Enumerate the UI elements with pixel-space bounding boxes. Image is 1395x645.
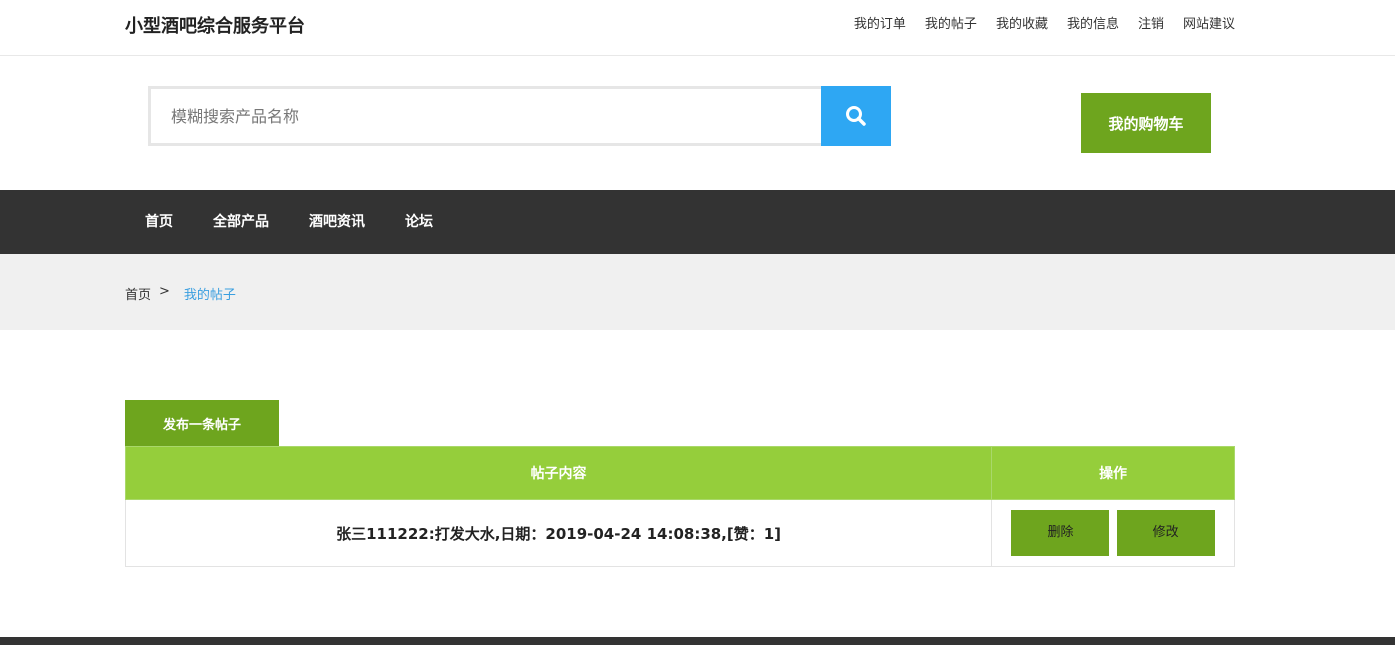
user-links: 我的订单 我的帖子 我的收藏 我的信息 注销 网站建议 — [835, 17, 1235, 33]
link-my-favorites[interactable]: 我的收藏 — [996, 17, 1048, 33]
column-header-actions: 操作 — [991, 446, 1235, 500]
posts-table: 帖子内容 操作 张三111222:打发大水,日期：2019-04-24 14:0… — [124, 446, 1235, 567]
link-logout[interactable]: 注销 — [1138, 17, 1164, 33]
link-my-posts[interactable]: 我的帖子 — [925, 17, 977, 33]
link-my-info[interactable]: 我的信息 — [1067, 17, 1119, 33]
post-content: 张三111222:打发大水,日期：2019-04-24 14:08:38,[赞：… — [124, 499, 993, 567]
breadcrumb: 首页 > 我的帖子 — [125, 284, 236, 303]
nav-forum[interactable]: 论坛 — [385, 190, 453, 254]
cart-button[interactable]: 我的购物车 — [1081, 93, 1211, 153]
link-site-feedback[interactable]: 网站建议 — [1183, 17, 1235, 33]
top-bar: 小型酒吧综合服务平台 我的订单 我的帖子 我的收藏 我的信息 注销 网站建议 — [0, 0, 1395, 56]
column-header-content: 帖子内容 — [124, 446, 993, 500]
delete-button[interactable]: 删除 — [1011, 510, 1110, 556]
breadcrumb-separator: > — [159, 284, 170, 299]
edit-button[interactable]: 修改 — [1116, 510, 1215, 556]
nav-bar-news[interactable]: 酒吧资讯 — [289, 190, 385, 254]
nav-home[interactable]: 首页 — [125, 190, 193, 254]
post-actions: 删除 修改 — [991, 499, 1235, 567]
table-header-row: 帖子内容 操作 — [124, 446, 1235, 500]
nav-all-products[interactable]: 全部产品 — [193, 190, 289, 254]
search-button[interactable] — [821, 86, 891, 146]
breadcrumb-current: 我的帖子 — [183, 288, 236, 303]
footer-strip — [0, 637, 1395, 645]
table-row: 张三111222:打发大水,日期：2019-04-24 14:08:38,[赞：… — [124, 499, 1235, 567]
site-logo[interactable]: 小型酒吧综合服务平台 — [125, 12, 305, 38]
link-my-orders[interactable]: 我的订单 — [854, 17, 906, 33]
breadcrumb-home[interactable]: 首页 — [125, 284, 151, 303]
search-icon — [846, 106, 866, 126]
main-nav: 首页 全部产品 酒吧资讯 论坛 — [0, 190, 1395, 254]
breadcrumb-bar: 首页 > 我的帖子 — [0, 254, 1395, 330]
search-input[interactable] — [151, 89, 822, 143]
search-box — [148, 86, 822, 146]
publish-post-button[interactable]: 发布一条帖子 — [125, 400, 279, 446]
